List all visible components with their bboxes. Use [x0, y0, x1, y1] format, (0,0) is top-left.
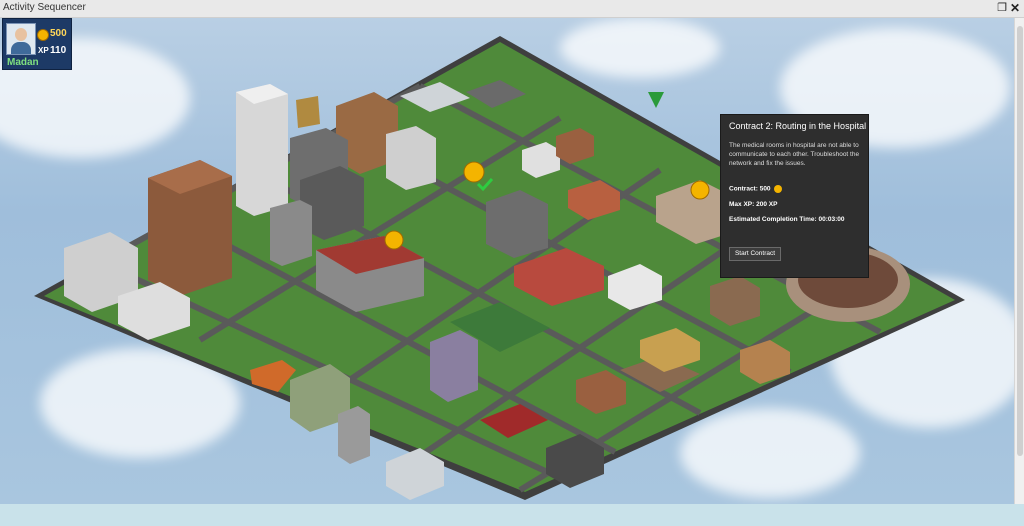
contract-panel: Contract 2: Routing in the Hospital The … — [720, 114, 869, 278]
xp-label: XP — [38, 46, 49, 55]
contract-marker-icon[interactable] — [690, 180, 710, 200]
player-xp: 110 — [50, 45, 67, 56]
player-name: Madan — [7, 57, 39, 68]
contract-description: The medical rooms in hospital are not ab… — [729, 142, 860, 167]
avatar-icon — [6, 23, 36, 55]
completion-time-label: Estimated Completion Time: — [729, 216, 817, 223]
tent-marker-icon[interactable] — [296, 96, 320, 128]
coin-icon — [37, 29, 49, 41]
tent-marker-icon[interactable] — [648, 92, 664, 108]
footer-bar — [0, 504, 1024, 526]
contract-marker-icon[interactable] — [384, 230, 404, 250]
max-xp-row: Max XP: 200 XP — [729, 201, 777, 208]
vertical-scrollbar[interactable] — [1014, 18, 1024, 504]
player-coins: 500 — [50, 28, 67, 39]
max-xp-value: 200 XP — [756, 201, 778, 208]
max-xp-label: Max XP: — [729, 201, 755, 208]
contract-reward-row: Contract: 500 — [729, 185, 783, 193]
player-card: 500 XP 110 Madan — [2, 18, 72, 70]
coin-icon — [774, 185, 783, 193]
scrollbar-thumb[interactable] — [1017, 26, 1023, 456]
contract-value: 500 — [759, 185, 771, 193]
completion-time-value: 00:03:00 — [818, 216, 845, 223]
contract-label: Contract: — [729, 185, 758, 193]
contract-marker-icon[interactable] — [463, 161, 485, 183]
completion-time-row: Estimated Completion Time: 00:03:00 — [729, 216, 845, 223]
start-contract-button[interactable]: Start Contract — [729, 247, 781, 261]
contract-title: Contract 2: Routing in the Hospital — [729, 121, 867, 131]
